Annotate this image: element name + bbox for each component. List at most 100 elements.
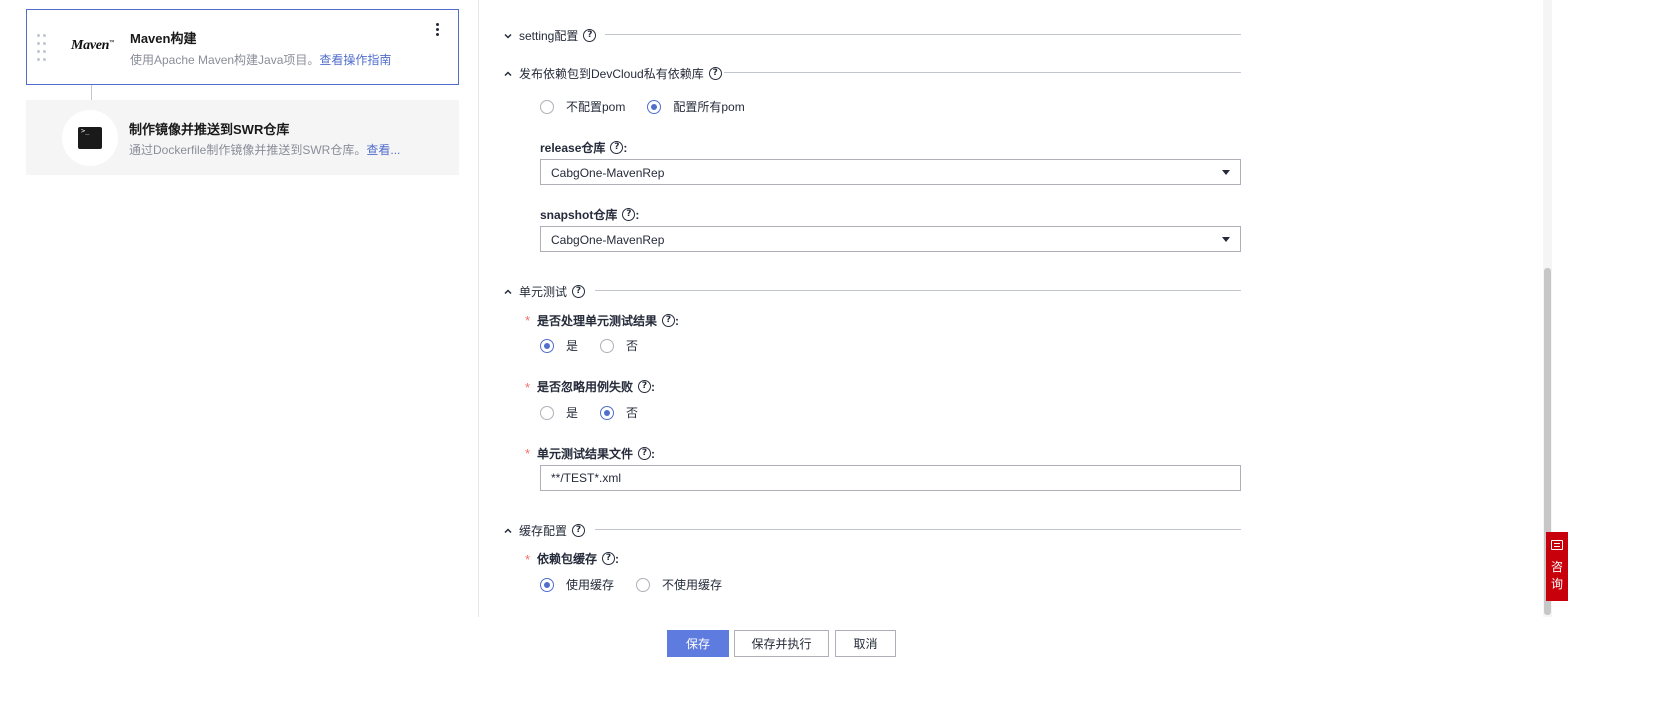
label-colon: : <box>651 379 656 394</box>
select-value: CabgOne-MavenRep <box>551 166 665 180</box>
caret-down-icon <box>1222 170 1230 175</box>
label-text: 是否忽略用例失败 <box>537 380 634 394</box>
guide-link[interactable]: 查看操作指南 <box>319 53 391 67</box>
release-repo-label: release仓库 ? : <box>540 139 627 156</box>
radio-yes[interactable] <box>540 338 554 353</box>
chevron-up-icon[interactable] <box>503 69 513 79</box>
more-options-icon[interactable] <box>434 22 442 38</box>
help-icon[interactable]: ? <box>638 380 652 393</box>
ignore-failure-radio-group: 是 否 <box>540 404 660 421</box>
caret-down-icon <box>1222 237 1230 242</box>
task-list-pane: Maven™ Maven构建 使用Apache Maven构建Java项目。查看… <box>0 0 478 713</box>
result-file-label: 单元测试结果文件 ? : <box>537 445 655 462</box>
section-title: 单元测试 <box>519 285 568 299</box>
section-cache-header[interactable]: 缓存配置 ? <box>503 522 586 539</box>
radio-use-cache[interactable] <box>540 577 554 592</box>
section-divider <box>724 72 1241 73</box>
radio-yes[interactable] <box>540 405 554 420</box>
label-colon: : <box>675 313 680 328</box>
task-connector <box>91 85 92 100</box>
radio-label: 不使用缓存 <box>662 578 723 592</box>
section-setting-header[interactable]: setting配置 ? <box>503 27 597 44</box>
radio-no-cache[interactable] <box>636 577 651 592</box>
chevron-up-icon[interactable] <box>503 287 513 297</box>
section-title: 缓存配置 <box>519 524 568 538</box>
radio-label: 配置所有pom <box>673 100 745 114</box>
required-mark: * <box>525 313 531 328</box>
required-mark: * <box>525 446 531 461</box>
required-mark: * <box>525 380 531 395</box>
cache-radio-group: 使用缓存 不使用缓存 <box>540 576 744 593</box>
task-description: 通过Dockerfile制作镜像并推送到SWR仓库。查看... <box>129 141 400 158</box>
section-divider <box>595 290 1241 291</box>
radio-label: 使用缓存 <box>566 578 615 592</box>
save-and-run-button[interactable]: 保存并执行 <box>734 630 829 657</box>
message-icon <box>1551 540 1563 550</box>
section-unit-test-header[interactable]: 单元测试 ? <box>503 283 586 300</box>
help-icon[interactable]: ? <box>662 314 676 327</box>
pom-radio-group: 不配置pom 配置所有pom <box>540 98 767 115</box>
task-description-text: 使用Apache Maven构建Java项目。 <box>130 53 320 67</box>
section-title: setting配置 <box>519 29 579 43</box>
help-icon[interactable]: ? <box>610 141 624 154</box>
chevron-down-icon[interactable] <box>503 31 513 41</box>
task-title: 制作镜像并推送到SWR仓库 <box>129 122 290 137</box>
cancel-button[interactable]: 取消 <box>835 630 896 657</box>
section-divider <box>595 529 1241 530</box>
radio-label: 否 <box>626 339 639 353</box>
guide-link[interactable]: 查看... <box>366 143 400 157</box>
label-colon: : <box>615 551 620 566</box>
snapshot-repo-select[interactable]: CabgOne-MavenRep <box>540 226 1241 252</box>
maven-logo: Maven™ <box>71 38 114 53</box>
pane-divider <box>478 0 479 622</box>
label-colon: : <box>651 446 656 461</box>
radio-all-pom[interactable] <box>647 99 662 114</box>
section-publish-header[interactable]: 发布依赖包到DevCloud私有依赖库 ? <box>503 65 722 82</box>
task-description-text: 通过Dockerfile制作镜像并推送到SWR仓库。 <box>129 143 367 157</box>
task-description: 使用Apache Maven构建Java项目。查看操作指南 <box>130 51 391 68</box>
task-card-swr[interactable]: >_ 制作镜像并推送到SWR仓库 通过Dockerfile制作镜像并推送到SWR… <box>26 100 459 175</box>
save-button[interactable]: 保存 <box>667 630 729 657</box>
help-icon[interactable]: ? <box>638 447 652 460</box>
help-icon[interactable]: ? <box>622 208 636 221</box>
help-icon[interactable]: ? <box>572 524 586 537</box>
consult-label: 咨询 <box>1550 560 1563 591</box>
radio-no[interactable] <box>600 338 615 353</box>
drag-handle-icon[interactable] <box>37 34 47 62</box>
task-icon-circle: >_ <box>62 110 118 166</box>
task-title: Maven构建 <box>130 31 197 46</box>
terminal-icon: >_ <box>78 127 102 149</box>
section-divider <box>605 34 1241 35</box>
help-icon[interactable]: ? <box>708 67 722 80</box>
ignore-failure-label: 是否忽略用例失败 ? : <box>537 378 655 395</box>
radio-label: 是 <box>566 406 579 420</box>
help-icon[interactable]: ? <box>583 29 597 42</box>
label-colon: : <box>623 140 628 155</box>
label-text: 依赖包缓存 <box>537 552 598 566</box>
consult-tab[interactable]: 咨询 <box>1546 532 1568 601</box>
help-icon[interactable]: ? <box>572 285 586 298</box>
dependency-cache-label: 依赖包缓存 ? : <box>537 550 619 567</box>
task-card-maven[interactable]: Maven™ Maven构建 使用Apache Maven构建Java项目。查看… <box>26 9 459 85</box>
radio-label: 不配置pom <box>566 100 626 114</box>
help-icon[interactable]: ? <box>602 552 616 565</box>
label-text: 是否处理单元测试结果 <box>537 314 658 328</box>
label-text: snapshot仓库 <box>540 208 618 222</box>
result-file-field[interactable] <box>540 465 1241 491</box>
radio-label: 是 <box>566 339 579 353</box>
radio-no[interactable] <box>600 405 615 420</box>
chevron-up-icon[interactable] <box>503 526 513 536</box>
handle-result-radio-group: 是 否 <box>540 337 660 354</box>
required-mark: * <box>525 552 531 567</box>
label-text: 单元测试结果文件 <box>537 447 634 461</box>
label-colon: : <box>635 207 640 222</box>
radio-label: 否 <box>626 406 639 420</box>
label-text: release仓库 <box>540 141 606 155</box>
select-value: CabgOne-MavenRep <box>551 233 665 247</box>
release-repo-select[interactable]: CabgOne-MavenRep <box>540 159 1241 185</box>
handle-result-label: 是否处理单元测试结果 ? : <box>537 312 679 329</box>
result-file-input[interactable] <box>551 467 1231 489</box>
snapshot-repo-label: snapshot仓库 ? : <box>540 206 639 223</box>
section-title: 发布依赖包到DevCloud私有依赖库 <box>519 67 704 81</box>
radio-no-pom[interactable] <box>540 99 554 114</box>
